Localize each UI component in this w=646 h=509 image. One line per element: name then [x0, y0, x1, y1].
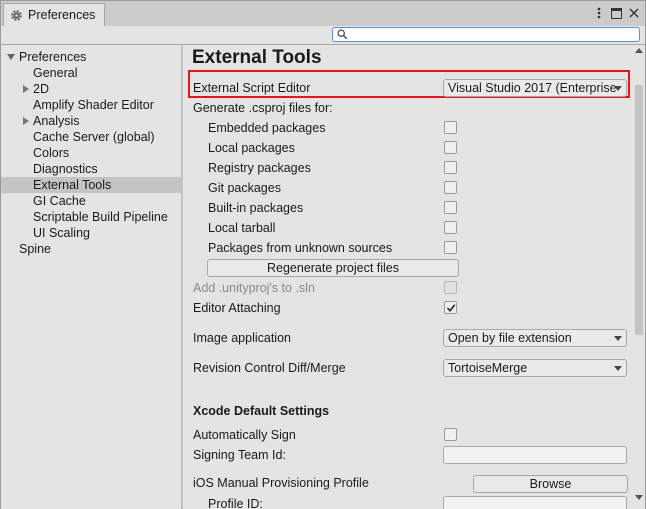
revision-control-dropdown[interactable]: TortoiseMerge — [443, 359, 627, 377]
settings-panel: External Tools External Script Editor Vi… — [183, 45, 633, 509]
more-options-icon[interactable] — [592, 5, 606, 21]
sidebar-item-analysis[interactable]: Analysis — [1, 113, 181, 129]
embedded-packages-checkbox[interactable] — [444, 121, 457, 134]
sidebar: Preferences General 2D Amplify Shader Ed… — [1, 45, 182, 509]
image-application-label: Image application — [193, 331, 291, 345]
sidebar-item-label: Cache Server (global) — [33, 130, 155, 144]
registry-packages-label: Registry packages — [208, 161, 311, 175]
sidebar-root-preferences[interactable]: Preferences — [1, 49, 181, 65]
git-packages-checkbox[interactable] — [444, 181, 457, 194]
sidebar-item-amplify-shader-editor[interactable]: Amplify Shader Editor — [1, 97, 181, 113]
scroll-down-icon[interactable] — [635, 493, 643, 501]
sidebar-item-ui-scaling[interactable]: UI Scaling — [1, 225, 181, 241]
editor-attaching-checkbox[interactable] — [444, 301, 457, 314]
sidebar-item-label: Diagnostics — [33, 162, 98, 176]
chevron-right-icon[interactable] — [22, 117, 30, 125]
close-icon[interactable] — [627, 5, 641, 21]
title-bar: Preferences — [1, 1, 645, 26]
auto-sign-label: Automatically Sign — [193, 428, 296, 442]
scroll-up-icon[interactable] — [635, 47, 643, 55]
profile-id-label: Profile ID: — [208, 497, 263, 509]
gear-icon — [11, 9, 22, 21]
image-application-dropdown[interactable]: Open by file extension — [443, 329, 627, 347]
add-unityproj-checkbox[interactable] — [444, 281, 457, 294]
chevron-down-icon — [614, 86, 622, 91]
browse-button[interactable]: Browse — [473, 475, 628, 493]
sidebar-item-label: Amplify Shader Editor — [33, 98, 154, 112]
git-packages-label: Git packages — [208, 181, 281, 195]
regenerate-project-files-button[interactable]: Regenerate project files — [207, 259, 459, 277]
local-packages-checkbox[interactable] — [444, 141, 457, 154]
chevron-down-icon[interactable] — [7, 53, 15, 61]
image-application-value: Open by file extension — [448, 331, 572, 345]
ios-profile-label: iOS Manual Provisioning Profile — [193, 476, 369, 490]
sidebar-item-scriptable-build-pipeline[interactable]: Scriptable Build Pipeline — [1, 209, 181, 225]
local-tarball-checkbox[interactable] — [444, 221, 457, 234]
script-editor-dropdown[interactable]: Visual Studio 2017 (Enterprise) — [443, 79, 627, 97]
revision-control-label: Revision Control Diff/Merge — [193, 361, 346, 375]
sidebar-item-colors[interactable]: Colors — [1, 145, 181, 161]
sidebar-item-label: Scriptable Build Pipeline — [33, 210, 168, 224]
sidebar-item-label: Spine — [19, 242, 51, 256]
local-packages-label: Local packages — [208, 141, 295, 155]
sidebar-root-label: Preferences — [19, 50, 87, 64]
search-bar — [1, 26, 645, 45]
embedded-packages-label: Embedded packages — [208, 121, 326, 135]
check-icon — [446, 304, 456, 313]
chevron-down-icon — [614, 366, 622, 371]
unknown-sources-checkbox[interactable] — [444, 241, 457, 254]
sidebar-item-label: 2D — [33, 82, 49, 96]
search-icon — [337, 29, 348, 40]
profile-id-input[interactable] — [443, 496, 627, 509]
sidebar-item-2d[interactable]: 2D — [1, 81, 181, 97]
page-title: External Tools — [192, 47, 322, 68]
signing-team-input[interactable] — [443, 446, 627, 464]
sidebar-item-label: General — [33, 66, 78, 80]
sidebar-item-external-tools[interactable]: External Tools — [1, 177, 181, 193]
window-title: Preferences — [28, 8, 96, 22]
auto-sign-checkbox[interactable] — [444, 428, 457, 441]
sidebar-item-cache-server[interactable]: Cache Server (global) — [1, 129, 181, 145]
sidebar-item-label: Analysis — [33, 114, 80, 128]
sidebar-item-label: Colors — [33, 146, 70, 160]
maximize-icon[interactable] — [609, 5, 623, 21]
built-in-packages-checkbox[interactable] — [444, 201, 457, 214]
sidebar-item-spine[interactable]: Spine — [1, 241, 181, 257]
built-in-packages-label: Built-in packages — [208, 201, 304, 215]
sidebar-item-label: External Tools — [33, 178, 112, 192]
xcode-settings-header: Xcode Default Settings — [193, 404, 330, 418]
sidebar-item-gi-cache[interactable]: GI Cache — [1, 193, 181, 209]
csproj-header: Generate .csproj files for: — [193, 101, 333, 115]
add-unityproj-label: Add .unityproj's to .sln — [193, 281, 315, 295]
sidebar-item-label: GI Cache — [33, 194, 86, 208]
registry-packages-checkbox[interactable] — [444, 161, 457, 174]
sidebar-item-label: UI Scaling — [33, 226, 90, 240]
signing-team-label: Signing Team Id: — [193, 448, 286, 462]
preferences-window: Preferences Preferences General 2D Ampli… — [0, 0, 646, 509]
sidebar-item-general[interactable]: General — [1, 65, 181, 81]
chevron-down-icon — [614, 336, 622, 341]
sidebar-item-diagnostics[interactable]: Diagnostics — [1, 161, 181, 177]
unknown-sources-label: Packages from unknown sources — [208, 241, 393, 255]
scrollbar-thumb[interactable] — [635, 85, 643, 335]
window-tab[interactable]: Preferences — [3, 3, 105, 26]
script-editor-value: Visual Studio 2017 (Enterprise) — [448, 81, 616, 95]
vertical-scrollbar[interactable] — [633, 45, 645, 509]
chevron-right-icon[interactable] — [22, 85, 30, 93]
script-editor-label: External Script Editor — [193, 81, 311, 95]
revision-control-value: TortoiseMerge — [448, 361, 528, 375]
editor-attaching-label: Editor Attaching — [193, 301, 281, 315]
local-tarball-label: Local tarball — [208, 221, 276, 235]
search-input[interactable] — [332, 27, 640, 42]
